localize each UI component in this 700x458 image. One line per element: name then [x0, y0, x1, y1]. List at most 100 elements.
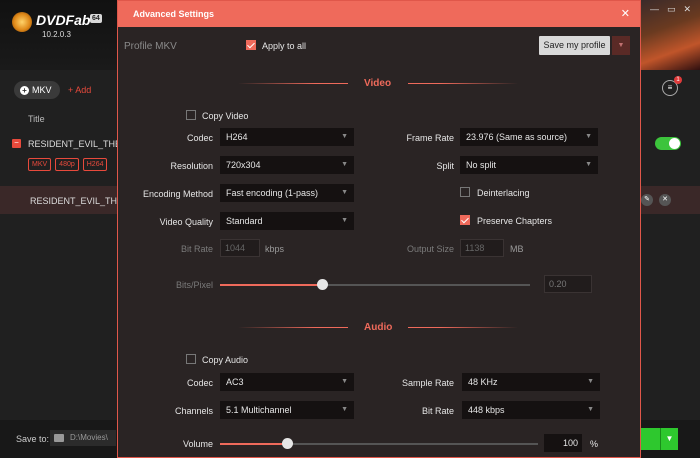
task-queue-badge: 1 — [674, 76, 682, 84]
split-value: No split — [466, 160, 497, 170]
volume-input[interactable]: 100 — [544, 434, 582, 452]
output-size-input[interactable]: 1138 — [460, 239, 504, 257]
copy-video-checkbox[interactable] — [186, 110, 196, 120]
add-source-button[interactable]: + Add — [68, 82, 91, 98]
save-to-label: Save to: — [16, 434, 50, 444]
copy-audio-checkbox[interactable] — [186, 354, 196, 364]
bits-pixel-slider[interactable] — [220, 279, 530, 290]
bits-pixel-slider-fill — [220, 284, 323, 286]
bit-rate-label: Bit Rate — [180, 244, 213, 254]
edit-icon[interactable]: ✎ — [641, 194, 653, 206]
frame-rate-select[interactable]: 23.976 (Same as source) ▼ — [460, 128, 598, 146]
encoding-method-select[interactable]: Fast encoding (1-pass) ▼ — [220, 184, 354, 202]
dvdfab-disc-icon — [12, 12, 32, 32]
profile-menu-chevron-icon[interactable]: ▼ — [612, 36, 630, 55]
app-version: 10.2.0.3 — [42, 30, 71, 39]
video-divider-right — [408, 83, 518, 84]
audio-section-title: Audio — [364, 322, 393, 333]
profile-label: Profile MKV — [124, 41, 177, 52]
deinterlacing-label: Deinterlacing — [477, 188, 530, 198]
logo-name: DVDFab — [36, 12, 91, 28]
volume-slider[interactable] — [220, 438, 538, 449]
tag-format[interactable]: MKV — [28, 158, 52, 171]
deinterlacing-checkbox[interactable] — [460, 187, 470, 197]
chevron-down-icon[interactable]: ▼ — [660, 428, 678, 450]
audio-divider-left — [238, 327, 348, 328]
preserve-chapters-checkbox[interactable] — [460, 215, 470, 225]
source-toolbar: + MKV + Add — [0, 80, 118, 102]
dialog-title: Advanced Settings — [133, 9, 215, 19]
collapse-icon[interactable]: − — [12, 139, 21, 148]
chevron-down-icon: ▼ — [587, 406, 594, 413]
audio-codec-select[interactable]: AC3 ▼ — [220, 373, 354, 391]
bits-pixel-label: Bits/Pixel — [175, 280, 213, 290]
bits-pixel-input[interactable]: 0.20 — [544, 275, 592, 293]
audio-codec-value: AC3 — [226, 377, 244, 387]
folder-icon[interactable] — [54, 434, 64, 442]
output-size-unit: MB — [510, 244, 524, 254]
apply-to-all-label: Apply to all — [262, 41, 307, 51]
sample-rate-label: Sample Rate — [401, 378, 454, 388]
resolution-select[interactable]: 720x304 ▼ — [220, 156, 354, 174]
source-mkv-button[interactable]: + MKV — [14, 81, 60, 99]
bits-pixel-slider-thumb[interactable] — [317, 279, 329, 290]
apply-to-all-checkbox[interactable] — [246, 40, 256, 50]
title-enable-toggle[interactable] — [655, 137, 681, 150]
close-icon[interactable]: ✕ — [621, 7, 630, 20]
sample-rate-value: 48 KHz — [468, 377, 498, 387]
audio-codec-label: Codec — [186, 378, 213, 388]
audio-bit-rate-label: Bit Rate — [421, 406, 454, 416]
chevron-down-icon: ▼ — [341, 189, 348, 196]
logo-64-badge: 64 — [90, 14, 102, 23]
sample-rate-select[interactable]: 48 KHz ▼ — [462, 373, 600, 391]
bit-rate-input[interactable]: 1044 — [220, 239, 260, 257]
frame-rate-value: 23.976 (Same as source) — [466, 132, 568, 142]
title-row-name: RESIDENT_EVIL_THE_ — [30, 196, 129, 206]
volume-unit: % — [590, 439, 599, 449]
video-quality-select[interactable]: Standard ▼ — [220, 212, 354, 230]
start-button[interactable]: ▼ — [638, 428, 678, 450]
audio-bit-rate-select[interactable]: 448 kbps ▼ — [462, 401, 600, 419]
copy-video-label: Copy Video — [202, 111, 249, 121]
restore-icon[interactable]: ▭ — [667, 4, 676, 15]
chevron-down-icon: ▼ — [585, 161, 592, 168]
title-row-name: RESIDENT_EVIL_THE_ — [28, 139, 127, 149]
title-tags: MKV 480p H264 — [28, 158, 108, 171]
tag-resolution[interactable]: 480p — [55, 158, 79, 171]
close-icon[interactable]: ✕ — [684, 4, 692, 15]
channels-select[interactable]: 5.1 Multichannel ▼ — [220, 401, 354, 419]
encoding-method-label: Encoding Method — [142, 189, 213, 199]
volume-label: Volume — [182, 439, 213, 449]
chevron-down-icon: ▼ — [341, 406, 348, 413]
toggle-knob — [669, 138, 680, 149]
channels-label: Channels — [174, 406, 213, 416]
plus-icon: + — [20, 86, 29, 95]
window-controls: — ▭ ✕ — [650, 4, 691, 15]
video-quality-value: Standard — [226, 216, 263, 226]
row-actions: ✎ ✕ — [641, 194, 671, 206]
video-section-title: Video — [364, 78, 392, 89]
remove-icon[interactable]: ✕ — [659, 194, 671, 206]
video-quality-label: Video Quality — [159, 217, 213, 227]
video-divider-left — [238, 83, 348, 84]
advanced-settings-dialog: Advanced Settings ✕ Profile MKV Apply to… — [117, 0, 641, 458]
encoding-method-value: Fast encoding (1-pass) — [226, 188, 319, 198]
preserve-chapters-label: Preserve Chapters — [477, 216, 553, 226]
tag-codec[interactable]: H264 — [82, 158, 108, 171]
chevron-down-icon: ▼ — [341, 217, 348, 224]
split-select[interactable]: No split ▼ — [460, 156, 598, 174]
copy-audio-label: Copy Audio — [202, 355, 249, 365]
save-profile-button[interactable]: Save my profile — [539, 36, 610, 55]
frame-rate-label: Frame Rate — [406, 133, 454, 143]
chevron-down-icon: ▼ — [585, 133, 592, 140]
channels-value: 5.1 Multichannel — [226, 405, 292, 415]
add-label: Add — [75, 85, 92, 95]
video-codec-select[interactable]: H264 ▼ — [220, 128, 354, 146]
app-logo: DVDFab 64 10.2.0.3 — [12, 10, 122, 44]
title-row[interactable]: − RESIDENT_EVIL_THE_ — [0, 134, 126, 154]
video-codec-label: Codec — [186, 133, 213, 143]
minimize-icon[interactable]: — — [650, 4, 659, 15]
app-window: DVDFab 64 10.2.0.3 — ▭ ✕ ≡ 1 + MKV + Add … — [0, 0, 700, 458]
dialog-titlebar: Advanced Settings ✕ — [118, 1, 640, 27]
volume-slider-thumb[interactable] — [281, 438, 293, 449]
